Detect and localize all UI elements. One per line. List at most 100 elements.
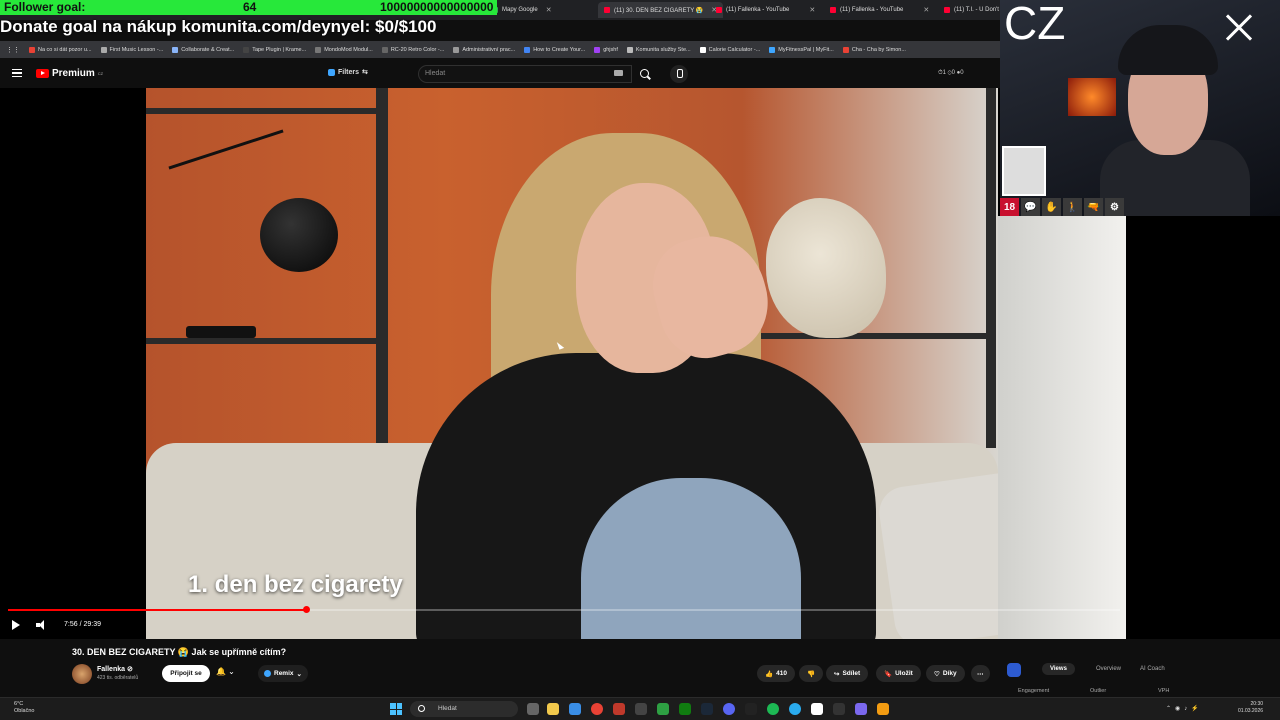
vidiq-icon[interactable] [1007, 663, 1021, 677]
search-input[interactable]: Hledat [418, 65, 632, 83]
bookmark-item[interactable]: MondoMod Modul... [315, 46, 373, 53]
shelf-post [376, 88, 388, 448]
filter-icon [328, 68, 335, 76]
content-rating-icons: 18 💬 ✋ 🚶 🔫 ⚙ [1000, 198, 1126, 216]
microphone-icon[interactable] [670, 65, 688, 83]
bookmark-item[interactable]: Cha - Cha by Simon... [842, 46, 906, 53]
join-button[interactable]: Připojit se [162, 665, 210, 682]
keyboard-icon[interactable] [614, 70, 623, 76]
bookmark-item[interactable]: Komunita služby Ste... [626, 46, 691, 53]
shelf [146, 338, 386, 344]
video-caption: 1. den bez cigarety [188, 571, 403, 598]
shelf-post [986, 88, 996, 448]
xbox-icon[interactable] [679, 703, 691, 715]
bookmark-item[interactable]: MyFitnessPal | MyFit... [769, 46, 834, 53]
mail-icon[interactable] [569, 703, 581, 715]
taskbar: 6°C Oblačno Hledat ⌃◉♪⚡ 20:30 01.03.2026 [0, 697, 1280, 720]
bookmark-item[interactable]: Na co si dát pozor u... [29, 46, 92, 53]
channel-avatar[interactable] [72, 664, 92, 684]
filters-button[interactable]: Filters ⇆ [328, 68, 368, 76]
search-icon[interactable] [634, 65, 656, 83]
thanks-button[interactable]: ♡ Díky [926, 665, 965, 682]
close-icon[interactable]: ✕ [546, 6, 552, 14]
like-button[interactable]: 👍 410 [757, 665, 795, 682]
goal-current: 64 [243, 0, 257, 14]
bookmark-item[interactable]: Administrativní prac... [453, 46, 515, 53]
thumbs-up-icon: 👍 [765, 670, 774, 678]
language-icon: 💬 [1021, 198, 1040, 216]
chrome-icon[interactable] [591, 703, 603, 715]
app-icon[interactable] [877, 703, 889, 715]
progress-bar[interactable] [8, 606, 1120, 613]
share-button[interactable]: ↪ Sdílet [826, 665, 869, 682]
sliders-icon: ⇆ [362, 69, 368, 76]
remix-button[interactable]: Remix ⌄ [258, 665, 308, 682]
channel-logo-icon [1222, 8, 1264, 56]
browser-tab[interactable]: (11) T.I. - U Don't [944, 2, 999, 18]
lamp-base [186, 326, 256, 338]
obs-icon[interactable] [833, 703, 845, 715]
browser-tab[interactable]: (11) Fallenka - YouTube ✕ [830, 2, 929, 18]
col-engagement: Engagement [1018, 688, 1050, 694]
app-icon[interactable] [855, 703, 867, 715]
browser-tab-active[interactable]: (11) 30. DEN BEZ CIGARETY 😭 ✕ [598, 2, 724, 18]
goal-target: 10000000000000000 [380, 0, 494, 14]
channel-name[interactable]: Fallenka ⊘ [97, 665, 133, 673]
bookmark-item[interactable]: RC-20 Retro Color -... [381, 46, 444, 53]
more-button[interactable]: ⋯ [971, 665, 990, 682]
bookmark-item[interactable]: First Music Lesson -... [100, 46, 163, 53]
save-button[interactable]: 🔖 Uložit [876, 665, 921, 682]
dislike-button[interactable]: 👎 [799, 665, 824, 682]
video-title: 30. DEN BEZ CIGARETY 😭 Jak se upřímně cí… [72, 647, 287, 657]
tab-ai-coach[interactable]: AI Coach [1140, 666, 1165, 672]
bookmark-item[interactable]: Collaborate & Creat... [172, 46, 234, 53]
taskbar-search[interactable]: Hledat [410, 701, 518, 717]
volume-icon[interactable] [36, 620, 48, 630]
task-view-icon[interactable] [527, 703, 539, 715]
windows-start-icon[interactable] [390, 703, 402, 715]
time-display: 7:56 / 29:39 [64, 621, 101, 628]
progress-scrubber[interactable] [303, 606, 311, 613]
bell-icon[interactable]: 🔔 ⌄ [216, 667, 246, 680]
close-icon[interactable]: ✕ [809, 6, 815, 14]
tab-overview[interactable]: Overview [1096, 666, 1121, 672]
browser-tab[interactable]: (11) Fallenka - YouTube ✕ [716, 2, 815, 18]
menu-icon[interactable] [12, 69, 22, 77]
close-icon[interactable]: ✕ [923, 6, 929, 14]
steam-icon[interactable] [701, 703, 713, 715]
subscriber-count: 423 tis. odběratelů [97, 675, 139, 681]
app-icon[interactable] [657, 703, 669, 715]
bookmark-item[interactable]: Calorie Calculator -... [699, 46, 760, 53]
weather-widget[interactable]: 6°C Oblačno [14, 701, 35, 715]
app-icon[interactable] [811, 703, 823, 715]
browser-tab[interactable]: Mapy Google ✕ [492, 2, 552, 18]
discord-icon[interactable] [723, 703, 735, 715]
remix-icon [264, 670, 271, 677]
thanks-icon: ♡ [934, 670, 940, 678]
analytics-panel: Views Overview AI Coach [1004, 658, 1196, 682]
app-icon[interactable] [635, 703, 647, 715]
bookmark-item[interactable]: Tape Plugin | Kramе... [243, 46, 306, 53]
progress-fill [8, 609, 307, 611]
file-explorer-icon[interactable] [547, 703, 559, 715]
spotify-icon[interactable] [767, 703, 779, 715]
age-18-icon: 18 [1000, 198, 1019, 216]
col-outlier: Outlier [1090, 688, 1107, 694]
youtube-logo[interactable]: Premium CZ [36, 68, 103, 79]
bookmark-item[interactable]: ghjshf [594, 46, 618, 53]
system-tray[interactable]: ⌃◉♪⚡ [1166, 705, 1203, 712]
video-side-background [998, 216, 1126, 639]
substance-icon: ⚙ [1105, 198, 1124, 216]
thumbs-down-icon: 👎 [807, 670, 816, 678]
tab-views[interactable]: Views [1042, 663, 1075, 675]
telegram-icon[interactable] [789, 703, 801, 715]
play-icon[interactable] [12, 620, 20, 630]
weapon-icon: 🔫 [1084, 198, 1103, 216]
video-player[interactable]: 1. den bez cigarety 7:56 / 29:39 [0, 88, 1126, 639]
taskbar-clock[interactable]: 20:30 01.03.2026 [1238, 701, 1263, 715]
app-icon[interactable] [613, 703, 625, 715]
app-icon[interactable] [745, 703, 757, 715]
apps-icon[interactable]: ⋮⋮ [6, 46, 20, 54]
lamp [260, 198, 338, 272]
bookmark-item[interactable]: How to Create Your... [524, 46, 585, 53]
